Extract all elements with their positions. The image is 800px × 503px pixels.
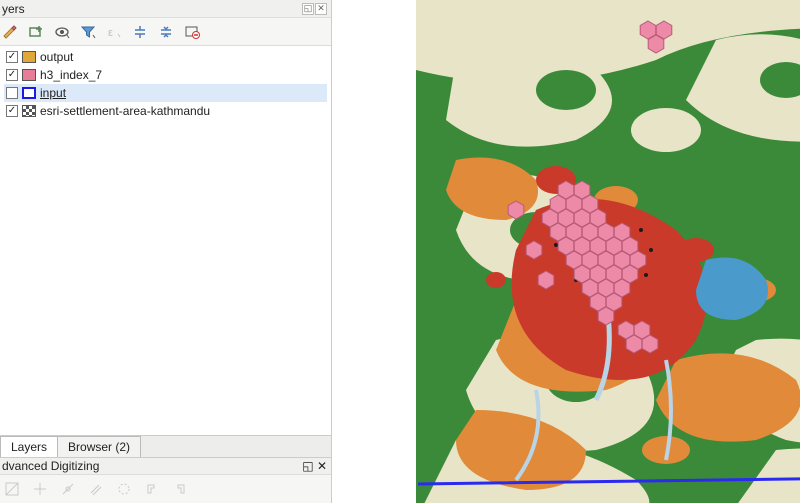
- layer-label: output: [40, 50, 73, 64]
- visibility-icon[interactable]: [52, 22, 72, 42]
- panel-float-button[interactable]: ◱: [302, 459, 313, 473]
- layer-label: h3_index_7: [40, 68, 102, 82]
- panel-close-button[interactable]: ✕: [317, 459, 327, 473]
- layers-toolbar: ε: [0, 18, 331, 46]
- layer-checkbox[interactable]: ✓: [6, 51, 18, 63]
- expand-all-icon[interactable]: [130, 22, 150, 42]
- filter-icon[interactable]: [78, 22, 98, 42]
- tab-layers[interactable]: Layers: [0, 436, 58, 457]
- layer-swatch-icon: [22, 69, 36, 81]
- collapse-all-icon[interactable]: [156, 22, 176, 42]
- style-manager-icon[interactable]: [0, 22, 20, 42]
- layer-swatch-icon: [22, 51, 36, 63]
- tab-browser[interactable]: Browser (2): [57, 436, 141, 457]
- expression-icon[interactable]: ε: [104, 22, 124, 42]
- layer-checkbox[interactable]: ✓: [6, 105, 18, 117]
- digitizing-panel-header: dvanced Digitizing ◱ ✕: [0, 457, 331, 475]
- layers-panel: yers ◱ ✕ ε ✓: [0, 0, 332, 503]
- layer-swatch-icon: [22, 87, 36, 99]
- layer-label: esri-settlement-area-kathmandu: [40, 104, 210, 118]
- remove-layer-icon[interactable]: [182, 22, 202, 42]
- layer-row-output[interactable]: ✓ output: [4, 48, 327, 66]
- panel-close-button[interactable]: ✕: [315, 3, 327, 15]
- layer-row-esri[interactable]: ✓ esri-settlement-area-kathmandu: [4, 102, 327, 120]
- cad-snap-icon: [58, 479, 78, 499]
- layer-checkbox[interactable]: [6, 87, 18, 99]
- cad-construction-icon: [30, 479, 50, 499]
- digitizing-toolbar: [0, 475, 331, 503]
- cad-enable-icon: [2, 479, 22, 499]
- layer-row-h3[interactable]: ✓ h3_index_7: [4, 66, 327, 84]
- layers-panel-title: yers: [2, 2, 25, 16]
- layer-label: input: [40, 86, 66, 100]
- map-canvas[interactable]: [332, 0, 800, 503]
- cad-tool2-icon: [170, 479, 190, 499]
- cad-tool-icon: [142, 479, 162, 499]
- add-group-icon[interactable]: [26, 22, 46, 42]
- cad-parallel-icon: [86, 479, 106, 499]
- layer-row-input[interactable]: input: [4, 84, 327, 102]
- digitizing-panel-title: dvanced Digitizing: [2, 459, 99, 473]
- panel-float-button[interactable]: ◱: [302, 3, 314, 15]
- cad-perp-icon: [114, 479, 134, 499]
- layer-swatch-icon: [22, 105, 36, 117]
- layer-checkbox[interactable]: ✓: [6, 69, 18, 81]
- svg-text:ε: ε: [108, 27, 113, 39]
- layers-panel-header: yers ◱ ✕: [0, 0, 331, 18]
- layers-list: ✓ output ✓ h3_index_7 input ✓ esri-settl…: [0, 46, 331, 435]
- panel-tabs: Layers Browser (2): [0, 435, 331, 457]
